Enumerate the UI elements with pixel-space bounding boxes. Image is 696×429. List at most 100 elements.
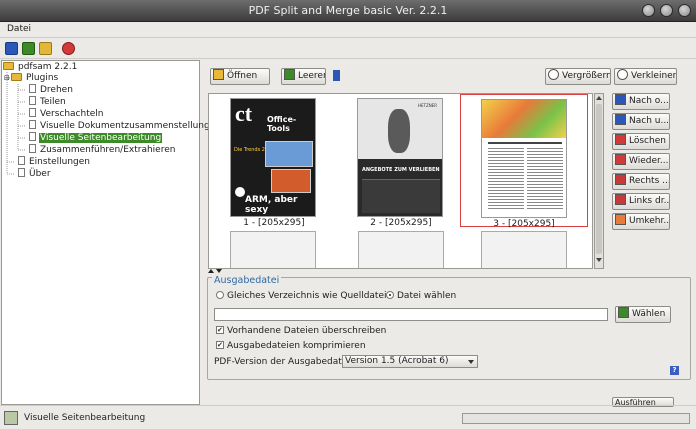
info-icon[interactable] [333,70,340,81]
rotate-left-button[interactable]: Links dr... [612,193,670,210]
close-icon[interactable] [678,4,691,17]
rotate-right-icon [615,174,626,185]
magazine-headline: Office-Tools [267,115,297,133]
tree-item-verschachteln[interactable]: Verschachteln [29,108,104,120]
tablet-image [265,141,313,167]
toolbar [0,39,696,59]
overwrite-checkbox[interactable]: Vorhandene Dateien überschreiben [216,326,386,336]
radio-icon[interactable] [386,291,394,299]
exit-icon[interactable] [62,42,75,55]
tree-item-visuelle-seitenbearbeitung[interactable]: Visuelle Seitenbearbeitung [29,132,163,144]
zoom-in-icon [548,69,559,80]
scroll-up-icon[interactable] [596,96,602,100]
radio-same-directory[interactable]: Gleiches Verzeichnis wie Quelldatei [216,291,387,301]
scroll-down-icon[interactable] [596,258,602,262]
tree-item-einstellungen[interactable]: Einstellungen [18,156,91,168]
text-column [527,148,563,210]
visual-page-editor-panel: Öffnen Leeren Vergrößern Verkleinern ct … [202,60,695,407]
compress-checkbox[interactable]: Ausgabedateien komprimieren [216,341,366,351]
tablet-image [271,169,311,193]
document-icon [29,84,36,93]
delete-icon [615,134,626,145]
thumbnail-caption: 3 - [205x295] [493,219,555,229]
section-title: Ausgabedatei [212,275,282,286]
thumbnail-page-2[interactable]: HETZNER ANGEBOTE ZUM VERLIEBEN 2 - [205x… [337,94,465,228]
load-icon[interactable] [22,42,35,55]
reverse-button[interactable]: Umkehr... [612,213,670,230]
tree-item-visuelle-dokumentzusammenstellung[interactable]: Visuelle Dokumentzusammenstellung [29,120,211,132]
rotate-right-button[interactable]: Rechts ... [612,173,670,190]
thumbnail-page-4[interactable] [230,231,316,268]
clear-icon [284,69,295,80]
tree-item-plugins[interactable]: ⊟ Plugins [4,72,59,84]
document-icon [18,156,25,165]
reverse-icon [615,214,626,225]
undelete-icon [615,154,626,165]
move-up-icon [615,94,626,105]
document-icon [29,144,36,153]
pdf-version-select[interactable]: Version 1.5 (Acrobat 6) [342,355,478,368]
scroll-thumb[interactable] [596,104,602,254]
ad-banner: ANGEBOTE ZUM VERLIEBEN [362,167,440,173]
checkbox-icon[interactable] [216,341,224,349]
expand-down-icon[interactable] [216,269,222,273]
move-down-button[interactable]: Nach u... [612,113,670,130]
window-titlebar: PDF Split and Merge basic Ver. 2.2.1 [0,0,696,22]
maximize-icon[interactable] [660,4,673,17]
document-icon [29,108,36,117]
thumbnail-page-6[interactable] [481,231,567,268]
open-button[interactable]: Öffnen [210,68,270,85]
choose-file-button[interactable]: Wählen [615,306,671,323]
radio-choose-file[interactable]: Datei wählen [386,291,456,301]
thumbnail-page-5[interactable] [358,231,444,268]
output-file-section: Ausgabedatei Gleiches Verzeichnis wie Qu… [207,275,691,380]
folder-open-icon [11,73,22,81]
thumbnail-list[interactable]: ct Office-Tools Die Trends 2012 ARM, abe… [208,93,593,269]
clear-button[interactable]: Leeren [281,68,326,85]
thumbnail-scrollbar[interactable] [594,93,604,269]
menubar: Datei [0,22,696,38]
page-preview: ct Office-Tools Die Trends 2012 ARM, abe… [230,98,316,217]
rotate-left-icon [615,194,626,205]
menu-datei[interactable]: Datei [7,24,31,34]
help-icon[interactable]: ? [670,366,679,375]
plugin-icon [4,411,18,425]
ad-text-area [362,179,440,213]
move-up-button[interactable]: Nach o... [612,93,670,110]
thumbnail-caption: 1 - [205x295] [243,218,305,228]
zoom-out-button[interactable]: Verkleinern [614,68,677,85]
page-preview: HETZNER ANGEBOTE ZUM VERLIEBEN [357,98,443,217]
thumbnail-page-3[interactable]: 3 - [205x295] [460,94,588,229]
checkbox-icon[interactable] [216,326,224,334]
status-text: Visuelle Seitenbearbeitung [24,413,146,423]
output-path-input[interactable] [214,308,608,321]
minimize-icon[interactable] [642,4,655,17]
zoom-in-button[interactable]: Vergrößern [545,68,611,85]
choose-icon [618,307,629,318]
person-image [388,109,410,153]
window-title: PDF Split and Merge basic Ver. 2.2.1 [248,4,448,17]
tree-item-zusammenfuehren[interactable]: Zusammenführen/Extrahieren [29,144,176,156]
clear-icon[interactable] [39,42,52,55]
panel-splitter[interactable] [208,269,694,274]
document-icon [29,96,36,105]
status-bar: Visuelle Seitenbearbeitung [0,405,696,429]
folder-icon [213,69,224,80]
document-icon [29,120,36,129]
magazine-masthead: ct [235,101,253,126]
plugin-tree: pdfsam 2.2.1 ⊟ Plugins Drehen Teilen Vers… [1,60,210,405]
undelete-button[interactable]: Wieder... [612,153,670,170]
thumbnail-page-1[interactable]: ct Office-Tools Die Trends 2012 ARM, abe… [210,94,338,228]
tree-item-teilen[interactable]: Teilen [29,96,67,108]
document-icon [18,168,25,177]
pdf-version-label: PDF-Version der Ausgabedatei: [214,357,353,367]
save-icon[interactable] [5,42,18,55]
delete-button[interactable]: Löschen [612,133,670,150]
collapse-icon[interactable]: ⊟ [4,72,11,84]
magazine-headline-3: ARM, aber sexy [245,195,298,215]
radio-icon[interactable] [216,291,224,299]
text-column [488,148,524,210]
tree-item-drehen[interactable]: Drehen [29,84,74,96]
tree-item-ueber[interactable]: Über [18,168,52,180]
expand-up-icon[interactable] [208,269,214,273]
